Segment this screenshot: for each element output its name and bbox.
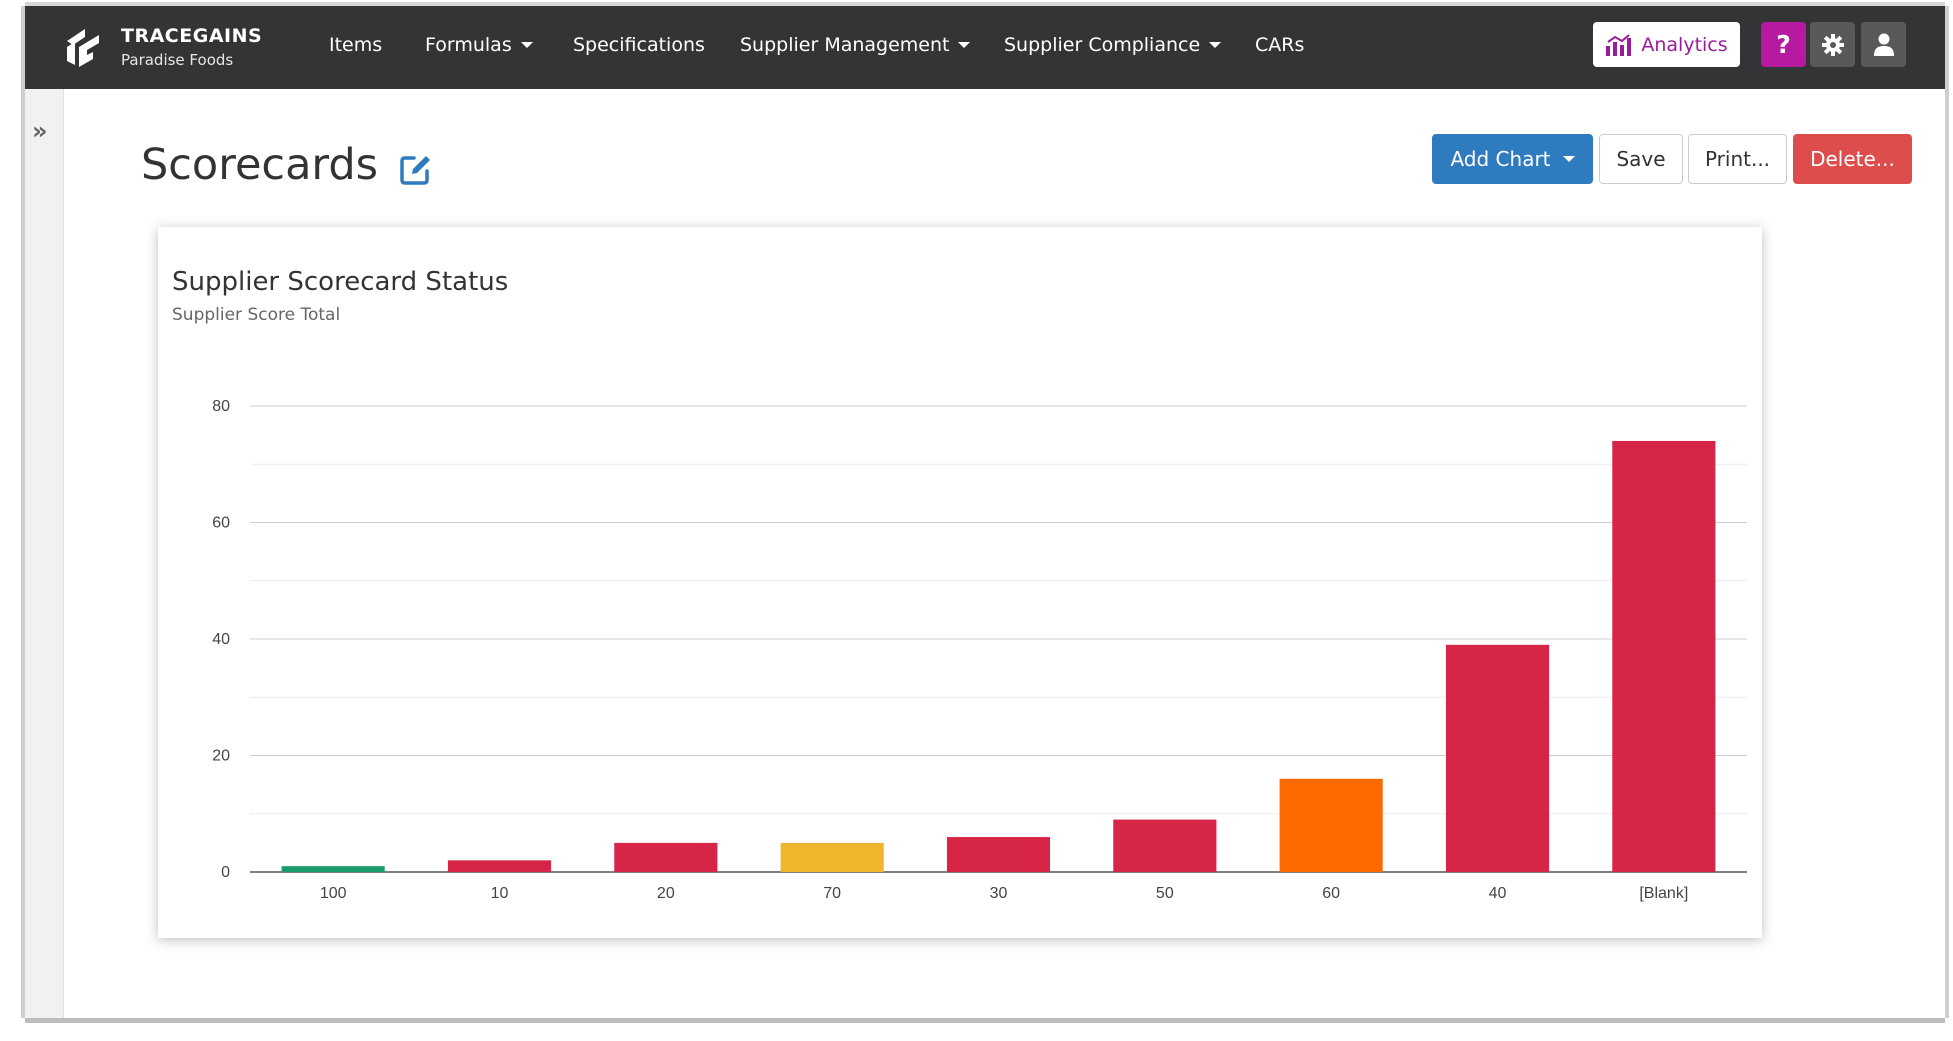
page-title: Scorecards [141, 140, 379, 190]
tracegains-logo-icon [67, 29, 99, 67]
analytics-button[interactable]: Analytics [1593, 22, 1740, 67]
nav-formulas[interactable]: Formulas [425, 34, 533, 56]
chevron-down-icon [1562, 156, 1575, 162]
x-tick-label: 30 [990, 885, 1008, 902]
y-tick-label: 0 [221, 864, 230, 881]
x-tick-label: 60 [1322, 885, 1340, 902]
nav-specifications[interactable]: Specifications [573, 34, 705, 56]
chart-bar[interactable] [614, 842, 718, 872]
settings-button[interactable] [1810, 22, 1855, 67]
bar-chart: 0 20 40 60 80 100 10 20 70 30 50 60 40 [Blank] [212, 398, 1747, 902]
gear-icon [1821, 33, 1844, 56]
chart-bar[interactable] [281, 866, 385, 872]
x-tick-label: 40 [1489, 885, 1507, 902]
x-tick-label: [Blank] [1639, 885, 1688, 902]
x-tick-label: 20 [657, 885, 675, 902]
nav-cars[interactable]: CARs [1255, 34, 1304, 56]
brand-subtitle: Paradise Foods [121, 51, 234, 69]
x-tick-label: 10 [491, 885, 509, 902]
brand-title: TRACEGAINS [121, 25, 263, 47]
chart-card: Supplier Scorecard Status Supplier Score… [158, 227, 1762, 938]
chevron-down-icon [1209, 42, 1222, 48]
chart-bar[interactable] [1113, 819, 1217, 872]
x-tick-label: 50 [1156, 885, 1174, 902]
print-button[interactable]: Print... [1688, 134, 1787, 184]
chart-bar[interactable] [447, 860, 552, 872]
nav-items-label: Items [329, 34, 383, 56]
user-account-button[interactable] [1861, 22, 1906, 67]
x-tick-label: 100 [320, 885, 347, 902]
y-tick-label: 40 [212, 631, 230, 648]
user-icon [1873, 33, 1894, 56]
nav-supplier-management[interactable]: Supplier Management [740, 34, 971, 56]
sidebar-expand-icon[interactable]: » [32, 117, 47, 145]
sidebar: » [25, 89, 64, 1018]
analytics-label: Analytics [1641, 33, 1728, 56]
nav-supplier-compliance-label: Supplier Compliance [1004, 34, 1201, 56]
chart-bar[interactable] [1612, 440, 1716, 872]
top-navbar: TRACEGAINS Paradise Foods Items Formulas… [25, 6, 1945, 89]
help-icon: ? [1776, 30, 1791, 59]
app-window: TRACEGAINS Paradise Foods Items Formulas… [25, 6, 1945, 1018]
edit-icon[interactable] [398, 153, 432, 187]
nav-items[interactable]: Items [329, 34, 382, 56]
nav-supplier-management-label: Supplier Management [740, 34, 950, 56]
save-button[interactable]: Save [1599, 134, 1683, 184]
chart-bar[interactable] [780, 842, 884, 872]
y-tick-label: 20 [212, 748, 230, 765]
delete-button[interactable]: Delete... [1793, 134, 1912, 184]
analytics-chart-icon [1606, 33, 1632, 56]
nav-cars-label: CARs [1255, 34, 1305, 56]
help-button[interactable]: ? [1761, 22, 1806, 67]
add-chart-label: Add Chart [1450, 147, 1551, 171]
chart-bar[interactable] [946, 837, 1051, 872]
add-chart-button[interactable]: Add Chart [1432, 134, 1593, 184]
y-tick-label: 80 [212, 398, 230, 415]
chart-bar[interactable] [1445, 644, 1550, 872]
chart-bar[interactable] [1279, 778, 1383, 872]
chevron-down-icon [520, 42, 533, 48]
x-tick-label: 70 [823, 885, 841, 902]
nav-supplier-compliance[interactable]: Supplier Compliance [1004, 34, 1222, 56]
chevron-down-icon [958, 42, 971, 48]
nav-specifications-label: Specifications [573, 34, 705, 56]
nav-formulas-label: Formulas [425, 34, 512, 56]
y-tick-label: 60 [212, 515, 230, 532]
